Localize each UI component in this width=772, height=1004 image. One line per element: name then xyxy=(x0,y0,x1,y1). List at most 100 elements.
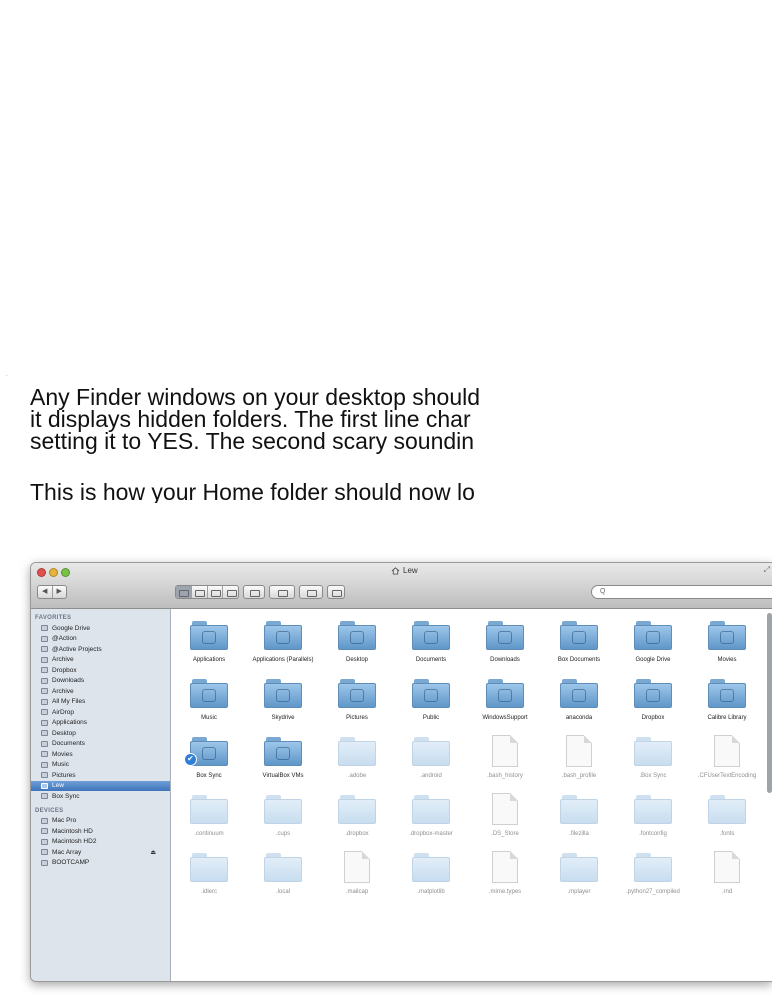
file-item-pictures[interactable]: Pictures xyxy=(320,677,394,735)
sidebar-item-lew[interactable]: Lew xyxy=(31,780,170,791)
sidebar-item-label: @Active Projects xyxy=(52,645,102,653)
file-item-label: .mime.types xyxy=(488,889,522,895)
file-item-idlerc[interactable]: .idlerc xyxy=(172,851,246,909)
sidebar-item-mac-pro[interactable]: Mac Pro xyxy=(31,816,170,827)
eject-icon[interactable]: ⏏ xyxy=(150,849,156,856)
file-item-public[interactable]: Public xyxy=(394,677,468,735)
file-item-documents[interactable]: Documents xyxy=(394,619,468,677)
file-item-virtualbox-vms[interactable]: VirtualBox VMs xyxy=(246,735,320,793)
finder-window: Lew ◀ ▶ Q ⤢ FAVORITES Google Drive @Actio… xyxy=(30,562,772,982)
file-item-calibre-library[interactable]: Calibre Library xyxy=(690,677,764,735)
forward-button[interactable]: ▶ xyxy=(53,586,67,598)
file-item-filezilla[interactable]: .filezilla xyxy=(542,793,616,851)
close-button[interactable] xyxy=(37,568,46,577)
file-item-local[interactable]: .local xyxy=(246,851,320,909)
file-item-rnd[interactable]: .rnd xyxy=(690,851,764,909)
file-item-fontconfig[interactable]: .fontconfig xyxy=(616,793,690,851)
file-item-box-sync[interactable]: ✔ Box Sync xyxy=(172,735,246,793)
sidebar-item-label: Mac Pro xyxy=(52,817,77,825)
sidebar-item-label: Music xyxy=(52,761,69,769)
file-item-google-drive[interactable]: Google Drive xyxy=(616,619,690,677)
file-item-label: Dropbox xyxy=(641,715,665,721)
sidebar-item-pictures[interactable]: Pictures xyxy=(31,770,170,781)
sidebar-item-desktop[interactable]: Desktop xyxy=(31,728,170,739)
sidebar-item-macintosh-hd2[interactable]: Macintosh HD2 xyxy=(31,837,170,848)
file-item-mime-types[interactable]: .mime.types xyxy=(468,851,542,909)
file-item-anaconda[interactable]: anaconda xyxy=(542,677,616,735)
file-item-windowssupport[interactable]: WindowsSupport xyxy=(468,677,542,735)
file-item-label: .adobe xyxy=(347,773,367,779)
folder-icon xyxy=(264,737,302,767)
file-item-skydrive[interactable]: Skydrive xyxy=(246,677,320,735)
file-item-ds-store[interactable]: .DS_Store xyxy=(468,793,542,851)
sidebar-item-dropbox[interactable]: Dropbox xyxy=(31,665,170,676)
icon-view-button[interactable] xyxy=(176,586,192,598)
list-view-button[interactable] xyxy=(192,586,208,598)
file-item-continuum[interactable]: .continuum xyxy=(172,793,246,851)
arrange-button[interactable] xyxy=(243,585,265,599)
back-button[interactable]: ◀ xyxy=(38,586,53,598)
sidebar-item-music[interactable]: Music xyxy=(31,760,170,771)
zoom-button[interactable] xyxy=(61,568,70,577)
file-item-mailcap[interactable]: .mailcap xyxy=(320,851,394,909)
file-item-label: Documents xyxy=(415,657,447,663)
file-item-applications[interactable]: Applications xyxy=(172,619,246,677)
sidebar-item-movies[interactable]: Movies xyxy=(31,749,170,760)
file-item-dropbox[interactable]: .dropbox xyxy=(320,793,394,851)
file-item-dropbox[interactable]: Dropbox xyxy=(616,677,690,735)
file-item-fonts[interactable]: .fonts xyxy=(690,793,764,851)
file-item-matplotlib[interactable]: .matplotlib xyxy=(394,851,468,909)
sidebar-item-mac-array[interactable]: Mac Array ⏏ xyxy=(31,847,170,858)
file-item-applications-parallels[interactable]: Applications (Parallels) xyxy=(246,619,320,677)
file-item-adobe[interactable]: .adobe xyxy=(320,735,394,793)
file-item-mplayer[interactable]: .mplayer xyxy=(542,851,616,909)
share-button[interactable] xyxy=(299,585,323,599)
action-button[interactable] xyxy=(269,585,295,599)
edit-tags-button[interactable] xyxy=(327,585,345,599)
sidebar-section-devices: DEVICES xyxy=(35,807,64,814)
sidebar-item-downloads[interactable]: Downloads xyxy=(31,676,170,687)
file-item-bash-profile[interactable]: .bash_profile xyxy=(542,735,616,793)
file-item-desktop[interactable]: Desktop xyxy=(320,619,394,677)
file-item-label: .mailcap xyxy=(345,889,369,895)
file-item-label: .cups xyxy=(275,831,291,837)
column-view-button[interactable] xyxy=(208,586,224,598)
sidebar-item-active-projects[interactable]: @Active Projects xyxy=(31,644,170,655)
folder-icon xyxy=(708,679,746,709)
file-item-dropbox-master[interactable]: .dropbox-master xyxy=(394,793,468,851)
sidebar-item-google-drive[interactable]: Google Drive xyxy=(31,623,170,634)
file-item-cups[interactable]: .cups xyxy=(246,793,320,851)
file-item-music[interactable]: Music xyxy=(172,677,246,735)
document-icon xyxy=(714,851,740,883)
file-item-box-documents[interactable]: Box Documents xyxy=(542,619,616,677)
search-field[interactable]: Q xyxy=(591,585,772,599)
sidebar-item-action[interactable]: @Action xyxy=(31,634,170,645)
file-item-android[interactable]: .android xyxy=(394,735,468,793)
sidebar-item-box-sync[interactable]: Box Sync xyxy=(31,791,170,802)
file-item-bash-history[interactable]: .bash_history xyxy=(468,735,542,793)
minimize-button[interactable] xyxy=(49,568,58,577)
sidebar-item-label: BOOTCAMP xyxy=(52,859,90,867)
file-item-label: .dropbox-master xyxy=(409,831,453,837)
sidebar-item-all-my-files[interactable]: All My Files xyxy=(31,697,170,708)
sidebar-item-airdrop[interactable]: AirDrop xyxy=(31,707,170,718)
fullscreen-icon[interactable]: ⤢ xyxy=(764,565,770,575)
sidebar-item-macintosh-hd[interactable]: Macintosh HD xyxy=(31,826,170,837)
file-item-python27-compiled[interactable]: .python27_compiled xyxy=(616,851,690,909)
vertical-scrollbar[interactable] xyxy=(767,613,772,793)
view-mode-buttons[interactable] xyxy=(175,585,239,599)
sidebar-item-archive[interactable]: Archive xyxy=(31,655,170,666)
file-item-box-sync[interactable]: .Box Sync xyxy=(616,735,690,793)
folder-icon xyxy=(412,795,450,825)
sidebar-item-applications[interactable]: Applications xyxy=(31,718,170,729)
file-item-downloads[interactable]: Downloads xyxy=(468,619,542,677)
sidebar-item-archive[interactable]: Archive xyxy=(31,686,170,697)
file-item-cfusertextencoding[interactable]: .CFUserTextEncoding xyxy=(690,735,764,793)
back-forward-buttons[interactable]: ◀ ▶ xyxy=(37,585,67,599)
sidebar-item-bootcamp[interactable]: BOOTCAMP xyxy=(31,858,170,869)
file-item-label: .fontconfig xyxy=(639,831,667,837)
pictures-icon xyxy=(41,772,48,779)
file-item-movies[interactable]: Movies xyxy=(690,619,764,677)
sidebar-item-documents[interactable]: Documents xyxy=(31,739,170,750)
cover-flow-button[interactable] xyxy=(223,586,238,598)
